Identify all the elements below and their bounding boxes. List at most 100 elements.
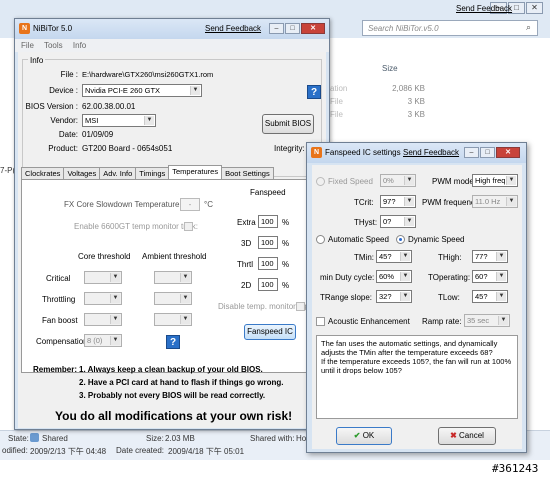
menu-info[interactable]: Info — [73, 41, 86, 50]
chevron-down-icon: ▼ — [404, 217, 414, 226]
search-icon[interactable]: ⌕ — [526, 22, 531, 33]
chevron-down-icon: ▼ — [110, 336, 120, 345]
chevron-down-icon: ▼ — [144, 116, 154, 125]
fixed-speed-select[interactable]: 0% ▼ — [380, 174, 416, 187]
help-icon[interactable]: ? — [307, 85, 321, 99]
chevron-down-icon: ▼ — [506, 197, 516, 206]
thigh-select[interactable]: 77? ▼ — [472, 250, 508, 263]
device-select[interactable]: Nvidia PCI-E 260 GTX ▼ — [82, 84, 202, 97]
throttling-label: Throttling — [42, 295, 76, 304]
remember-label: Remember: — [33, 365, 78, 374]
tab-temperatures[interactable]: Temperatures — [168, 165, 223, 180]
tlow-select[interactable]: 45? ▼ — [472, 290, 508, 303]
state-value: Shared — [42, 434, 68, 443]
min-duty-select[interactable]: 60% ▼ — [376, 270, 412, 283]
chevron-down-icon: ▼ — [404, 176, 414, 185]
fan-extra-input[interactable]: 100 — [258, 215, 278, 228]
slowdown-unit: °C — [204, 200, 213, 209]
explorer-feedback-link[interactable]: Send Feedback — [456, 4, 512, 13]
automatic-speed-radio[interactable] — [316, 235, 325, 244]
dynamic-speed-radio[interactable] — [396, 235, 405, 244]
bios-version-label: BIOS Version : — [25, 102, 78, 111]
date-created-value: 2009/4/18 下午 05:01 — [168, 447, 245, 456]
close-icon[interactable]: ✕ — [496, 147, 520, 158]
tlow-label: TLow: — [438, 293, 460, 302]
fan-behavior-description: The fan uses the automatic settings, and… — [316, 335, 518, 419]
toperating-select[interactable]: 60? ▼ — [472, 270, 508, 283]
cancel-label: Cancel — [459, 431, 484, 440]
chevron-down-icon: ▼ — [400, 252, 410, 261]
pwm-mode-select[interactable]: High freq ▼ — [472, 174, 518, 187]
compensation-label: Compensation — [36, 337, 88, 346]
critical-core-select[interactable]: ▼ — [84, 271, 122, 284]
help-icon[interactable]: ? — [166, 335, 180, 349]
cancel-x-icon: ✖ — [450, 431, 457, 440]
menu-tools[interactable]: Tools — [44, 41, 63, 50]
dialog-title-bar[interactable]: N Fanspeed IC settings Send Feedback – □… — [307, 143, 526, 163]
slowdown-input[interactable]: - — [180, 198, 200, 211]
send-feedback-link[interactable]: Send Feedback — [205, 24, 261, 33]
ok-button[interactable]: ✔ OK — [336, 427, 392, 445]
chevron-down-icon: ▼ — [498, 316, 508, 325]
fixed-speed-radio[interactable] — [316, 177, 325, 186]
tcrit-label: TCrit: — [354, 198, 374, 207]
pwm-frequency-select[interactable]: 11.0 Hz ▼ — [472, 195, 518, 208]
vendor-select[interactable]: MSI ▼ — [82, 114, 156, 127]
min-duty-label: min Duty cycle: — [320, 273, 375, 282]
submit-bios-button[interactable]: Submit BIOS — [262, 114, 314, 134]
temp-trick-checkbox[interactable] — [184, 222, 193, 231]
ramp-rate-select[interactable]: 35 sec ▼ — [464, 314, 510, 327]
fan-boost-ambient-select[interactable]: ▼ — [154, 313, 192, 326]
send-feedback-link[interactable]: Send Feedback — [403, 148, 459, 157]
list-item-size: 3 KB — [407, 110, 425, 119]
fan-extra-label: Extra — [237, 218, 256, 227]
nibitor-window: N NiBiTor 5.0 Send Feedback – □ ✕ File T… — [14, 18, 330, 430]
menu-file[interactable]: File — [21, 41, 34, 50]
explorer-search-input[interactable]: Search NiBiTor.v5.0 — [362, 20, 538, 36]
minimize-icon[interactable]: – — [464, 147, 479, 158]
throttling-core-select[interactable]: ▼ — [84, 292, 122, 305]
maximize-icon[interactable]: □ — [480, 147, 495, 158]
fan-thrtl-input[interactable]: 100 — [258, 257, 278, 270]
trange-slope-label: TRange slope: — [320, 293, 373, 302]
close-icon[interactable]: ✕ — [526, 2, 543, 14]
tmin-select[interactable]: 45? ▼ — [376, 250, 412, 263]
cancel-button[interactable]: ✖ Cancel — [438, 427, 496, 445]
critical-ambient-select[interactable]: ▼ — [154, 271, 192, 284]
chevron-down-icon: ▼ — [400, 272, 410, 281]
thigh-label: THigh: — [438, 253, 462, 262]
fan-3d-input[interactable]: 100 — [258, 236, 278, 249]
chevron-down-icon: ▼ — [180, 315, 190, 324]
date-value: 01/09/09 — [82, 130, 114, 139]
disable-monitor-checkbox[interactable] — [296, 302, 305, 311]
tcrit-select[interactable]: 97? ▼ — [380, 195, 416, 208]
fanspeed-ic-button[interactable]: Fanspeed IC — [244, 324, 296, 340]
throttling-ambient-select[interactable]: ▼ — [154, 292, 192, 305]
product-label: Product: — [48, 144, 78, 153]
acoustic-enhancement-checkbox[interactable] — [316, 317, 325, 326]
maximize-icon[interactable]: □ — [285, 23, 300, 34]
minimize-icon[interactable]: – — [269, 23, 284, 34]
date-created-label: Date created: — [116, 446, 165, 455]
checkmark-icon: ✔ — [353, 431, 361, 440]
column-header-size[interactable]: Size — [382, 64, 398, 73]
app-icon: N — [19, 23, 30, 34]
fixed-speed-label: Fixed Speed — [328, 177, 373, 186]
modified-value: 2009/2/13 下午 04:48 — [30, 447, 107, 456]
close-icon[interactable]: ✕ — [301, 23, 325, 34]
image-watermark: #361243 — [492, 462, 539, 475]
thyst-select[interactable]: 0? ▼ — [380, 215, 416, 228]
acoustic-enhancement-label: Acoustic Enhancement — [328, 317, 410, 326]
date-label: Date: — [58, 130, 78, 139]
core-threshold-heading: Core threshold — [78, 252, 131, 261]
fan-2d-input[interactable]: 100 — [258, 278, 278, 291]
integrity-label: Integrity: — [274, 144, 305, 153]
fan-boost-core-select[interactable]: ▼ — [84, 313, 122, 326]
fan-3d-label: 3D — [241, 239, 252, 248]
fan-2d-label: 2D — [241, 281, 252, 290]
percent-unit: % — [282, 260, 290, 269]
compensation-select[interactable]: 8 (0) ▼ — [84, 334, 122, 347]
title-bar[interactable]: N NiBiTor 5.0 Send Feedback – □ ✕ — [15, 19, 329, 39]
vendor-label: Vendor: — [50, 116, 78, 125]
trange-slope-select[interactable]: 32? ▼ — [376, 290, 412, 303]
